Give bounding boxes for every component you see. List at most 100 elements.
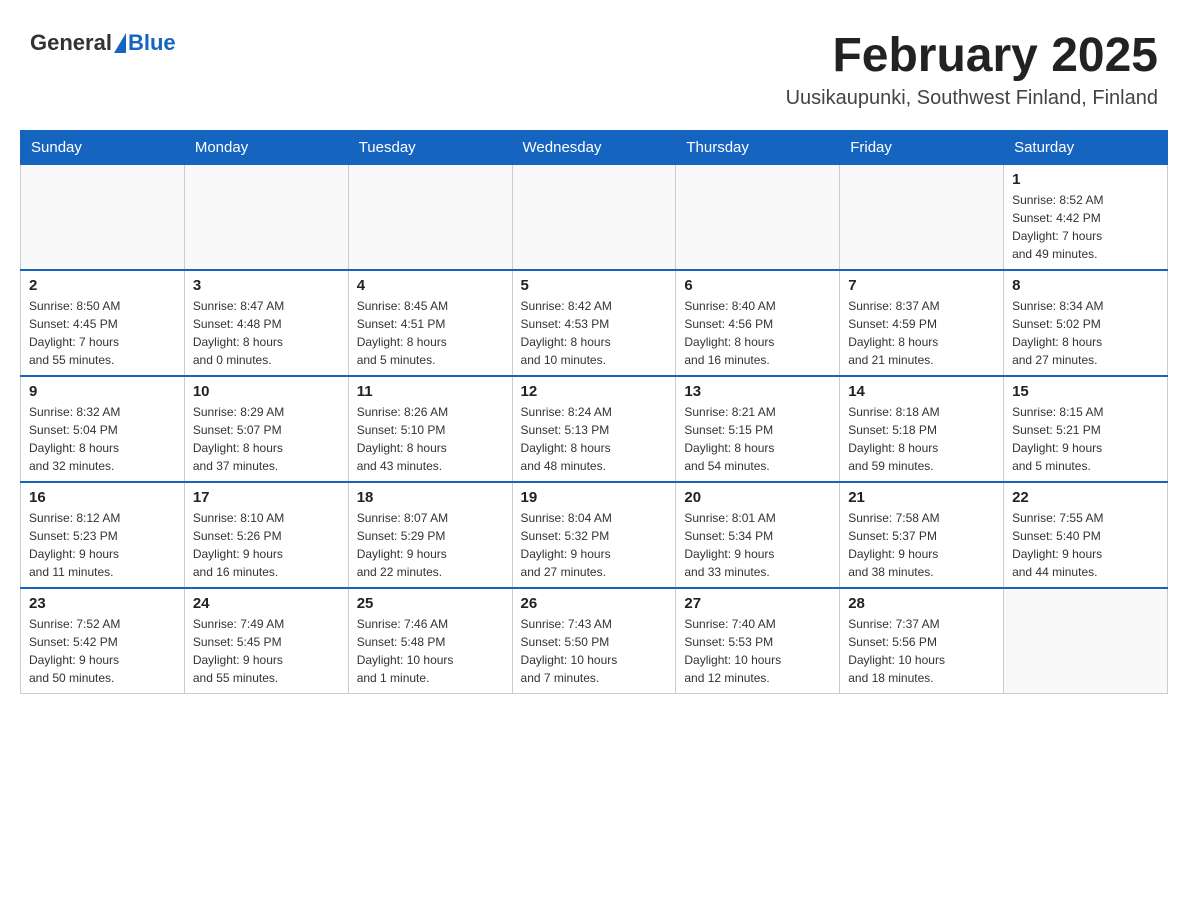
day-number: 10 <box>193 383 340 400</box>
calendar-header-wednesday: Wednesday <box>512 130 676 164</box>
calendar-cell: 8 Sunrise: 8:34 AM Sunset: 5:02 PM Daylig… <box>1004 270 1168 376</box>
calendar-cell: 19 Sunrise: 8:04 AM Sunset: 5:32 PM Dayli… <box>512 482 676 588</box>
day-info: Sunrise: 8:24 AM Sunset: 5:13 PM Dayligh… <box>521 403 668 475</box>
day-number: 20 <box>684 489 831 506</box>
day-number: 23 <box>29 595 176 612</box>
day-number: 27 <box>684 595 831 612</box>
calendar-cell: 10 Sunrise: 8:29 AM Sunset: 5:07 PM Dayli… <box>184 376 348 482</box>
day-info: Sunrise: 8:42 AM Sunset: 4:53 PM Dayligh… <box>521 297 668 369</box>
day-info: Sunrise: 8:21 AM Sunset: 5:15 PM Dayligh… <box>684 403 831 475</box>
calendar-cell: 7 Sunrise: 8:37 AM Sunset: 4:59 PM Daylig… <box>840 270 1004 376</box>
calendar-cell: 23Sunrise: 7:52 AM Sunset: 5:42 PM Dayli… <box>21 588 185 694</box>
day-number: 1 <box>1012 171 1159 188</box>
calendar-week-row: 1 Sunrise: 8:52 AM Sunset: 4:42 PM Daylig… <box>21 164 1168 270</box>
day-info: Sunrise: 7:55 AM Sunset: 5:40 PM Dayligh… <box>1012 509 1159 581</box>
day-number: 8 <box>1012 277 1159 294</box>
calendar-cell: 3 Sunrise: 8:47 AM Sunset: 4:48 PM Daylig… <box>184 270 348 376</box>
calendar-cell <box>840 164 1004 270</box>
day-info: Sunrise: 8:10 AM Sunset: 5:26 PM Dayligh… <box>193 509 340 581</box>
calendar-table: SundayMondayTuesdayWednesdayThursdayFrid… <box>20 130 1168 694</box>
day-info: Sunrise: 7:37 AM Sunset: 5:56 PM Dayligh… <box>848 615 995 687</box>
day-number: 11 <box>357 383 504 400</box>
day-info: Sunrise: 7:43 AM Sunset: 5:50 PM Dayligh… <box>521 615 668 687</box>
day-number: 12 <box>521 383 668 400</box>
calendar-header-sunday: Sunday <box>21 130 185 164</box>
calendar-cell <box>184 164 348 270</box>
day-info: Sunrise: 8:52 AM Sunset: 4:42 PM Dayligh… <box>1012 191 1159 263</box>
day-number: 5 <box>521 277 668 294</box>
calendar-cell <box>21 164 185 270</box>
day-info: Sunrise: 8:12 AM Sunset: 5:23 PM Dayligh… <box>29 509 176 581</box>
calendar-header-tuesday: Tuesday <box>348 130 512 164</box>
calendar-cell: 4Sunrise: 8:45 AM Sunset: 4:51 PM Daylig… <box>348 270 512 376</box>
calendar-header-friday: Friday <box>840 130 1004 164</box>
calendar-cell: 15 Sunrise: 8:15 AM Sunset: 5:21 PM Dayli… <box>1004 376 1168 482</box>
calendar-cell: 6 Sunrise: 8:40 AM Sunset: 4:56 PM Daylig… <box>676 270 840 376</box>
day-number: 19 <box>521 489 668 506</box>
day-number: 9 <box>29 383 176 400</box>
day-info: Sunrise: 7:58 AM Sunset: 5:37 PM Dayligh… <box>848 509 995 581</box>
day-number: 14 <box>848 383 995 400</box>
day-number: 18 <box>357 489 504 506</box>
day-info: Sunrise: 8:26 AM Sunset: 5:10 PM Dayligh… <box>357 403 504 475</box>
day-number: 28 <box>848 595 995 612</box>
day-info: Sunrise: 7:46 AM Sunset: 5:48 PM Dayligh… <box>357 615 504 687</box>
day-info: Sunrise: 8:04 AM Sunset: 5:32 PM Dayligh… <box>521 509 668 581</box>
day-number: 25 <box>357 595 504 612</box>
day-info: Sunrise: 8:45 AM Sunset: 4:51 PM Dayligh… <box>357 297 504 369</box>
calendar-cell: 2 Sunrise: 8:50 AM Sunset: 4:45 PM Daylig… <box>21 270 185 376</box>
calendar-cell: 26 Sunrise: 7:43 AM Sunset: 5:50 PM Dayli… <box>512 588 676 694</box>
calendar-cell <box>348 164 512 270</box>
day-number: 7 <box>848 277 995 294</box>
calendar-cell: 20 Sunrise: 8:01 AM Sunset: 5:34 PM Dayli… <box>676 482 840 588</box>
day-number: 6 <box>684 277 831 294</box>
logo: General Blue <box>30 30 176 56</box>
day-info: Sunrise: 8:40 AM Sunset: 4:56 PM Dayligh… <box>684 297 831 369</box>
day-info: Sunrise: 8:34 AM Sunset: 5:02 PM Dayligh… <box>1012 297 1159 369</box>
calendar-week-row: 16Sunrise: 8:12 AM Sunset: 5:23 PM Dayli… <box>21 482 1168 588</box>
calendar-cell: 24Sunrise: 7:49 AM Sunset: 5:45 PM Dayli… <box>184 588 348 694</box>
calendar-week-row: 2 Sunrise: 8:50 AM Sunset: 4:45 PM Daylig… <box>21 270 1168 376</box>
day-number: 2 <box>29 277 176 294</box>
calendar-header-row: SundayMondayTuesdayWednesdayThursdayFrid… <box>21 130 1168 164</box>
day-number: 17 <box>193 489 340 506</box>
title-block: February 2025 Uusikaupunki, Southwest Fi… <box>786 30 1158 110</box>
day-number: 13 <box>684 383 831 400</box>
calendar-cell <box>512 164 676 270</box>
calendar-cell <box>676 164 840 270</box>
day-number: 26 <box>521 595 668 612</box>
logo-general-text: General <box>30 30 112 56</box>
calendar-header-saturday: Saturday <box>1004 130 1168 164</box>
calendar-cell: 1 Sunrise: 8:52 AM Sunset: 4:42 PM Daylig… <box>1004 164 1168 270</box>
day-number: 21 <box>848 489 995 506</box>
day-number: 15 <box>1012 383 1159 400</box>
calendar-week-row: 23Sunrise: 7:52 AM Sunset: 5:42 PM Dayli… <box>21 588 1168 694</box>
day-info: Sunrise: 8:37 AM Sunset: 4:59 PM Dayligh… <box>848 297 995 369</box>
calendar-cell: 11 Sunrise: 8:26 AM Sunset: 5:10 PM Dayli… <box>348 376 512 482</box>
day-info: Sunrise: 8:01 AM Sunset: 5:34 PM Dayligh… <box>684 509 831 581</box>
location-subtitle: Uusikaupunki, Southwest Finland, Finland <box>786 87 1158 110</box>
day-info: Sunrise: 8:29 AM Sunset: 5:07 PM Dayligh… <box>193 403 340 475</box>
calendar-header-monday: Monday <box>184 130 348 164</box>
day-info: Sunrise: 8:15 AM Sunset: 5:21 PM Dayligh… <box>1012 403 1159 475</box>
logo-triangle-icon <box>114 33 126 53</box>
calendar-cell: 21 Sunrise: 7:58 AM Sunset: 5:37 PM Dayli… <box>840 482 1004 588</box>
calendar-cell: 28 Sunrise: 7:37 AM Sunset: 5:56 PM Dayli… <box>840 588 1004 694</box>
day-number: 24 <box>193 595 340 612</box>
calendar-week-row: 9 Sunrise: 8:32 AM Sunset: 5:04 PM Daylig… <box>21 376 1168 482</box>
calendar-cell: 16Sunrise: 8:12 AM Sunset: 5:23 PM Dayli… <box>21 482 185 588</box>
calendar-cell: 25 Sunrise: 7:46 AM Sunset: 5:48 PM Dayli… <box>348 588 512 694</box>
month-title: February 2025 <box>786 30 1158 83</box>
day-info: Sunrise: 8:47 AM Sunset: 4:48 PM Dayligh… <box>193 297 340 369</box>
day-number: 3 <box>193 277 340 294</box>
calendar-cell: 9 Sunrise: 8:32 AM Sunset: 5:04 PM Daylig… <box>21 376 185 482</box>
calendar-header-thursday: Thursday <box>676 130 840 164</box>
day-info: Sunrise: 8:32 AM Sunset: 5:04 PM Dayligh… <box>29 403 176 475</box>
day-info: Sunrise: 8:50 AM Sunset: 4:45 PM Dayligh… <box>29 297 176 369</box>
day-info: Sunrise: 8:18 AM Sunset: 5:18 PM Dayligh… <box>848 403 995 475</box>
calendar-cell: 14 Sunrise: 8:18 AM Sunset: 5:18 PM Dayli… <box>840 376 1004 482</box>
calendar-cell: 18Sunrise: 8:07 AM Sunset: 5:29 PM Dayli… <box>348 482 512 588</box>
calendar-cell: 22Sunrise: 7:55 AM Sunset: 5:40 PM Dayli… <box>1004 482 1168 588</box>
calendar-cell: 12 Sunrise: 8:24 AM Sunset: 5:13 PM Dayli… <box>512 376 676 482</box>
calendar-cell: 13 Sunrise: 8:21 AM Sunset: 5:15 PM Dayli… <box>676 376 840 482</box>
